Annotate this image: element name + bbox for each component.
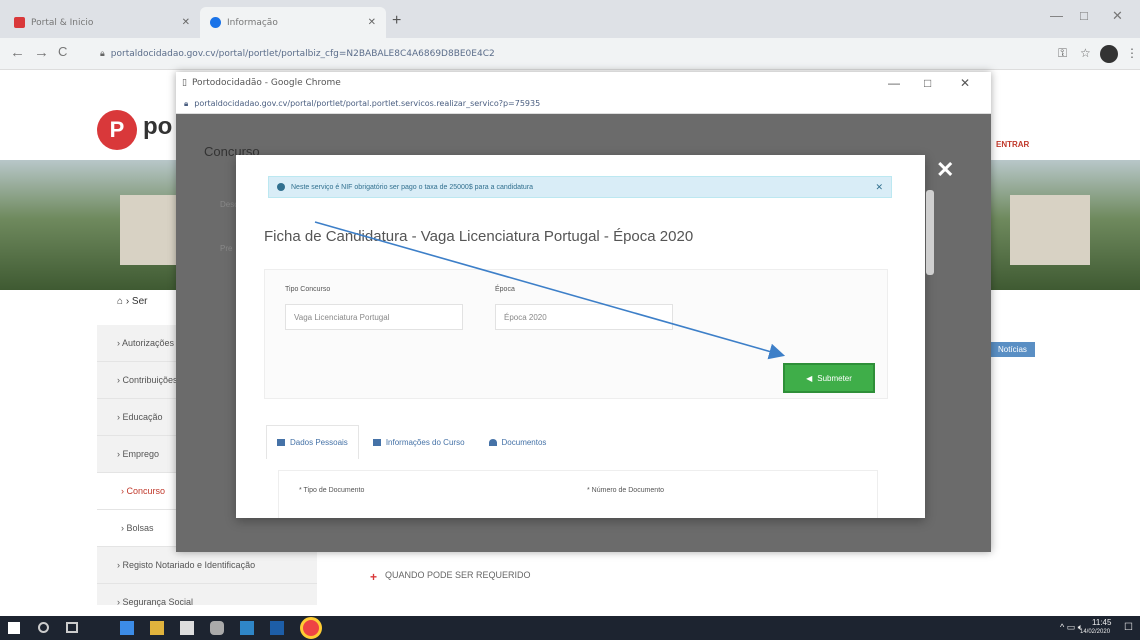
windows-start-icon[interactable] bbox=[8, 622, 20, 634]
task-view-icon[interactable] bbox=[66, 622, 78, 633]
annotation-arrow bbox=[314, 221, 786, 360]
chrome-icon[interactable] bbox=[300, 617, 322, 639]
word-icon[interactable] bbox=[270, 621, 284, 635]
store-icon[interactable] bbox=[180, 621, 194, 635]
clock-time[interactable]: 11:45 bbox=[1092, 618, 1111, 627]
app-icon[interactable] bbox=[210, 621, 224, 635]
search-icon[interactable] bbox=[38, 622, 49, 633]
file-explorer-icon[interactable] bbox=[150, 621, 164, 635]
mail-icon[interactable] bbox=[240, 621, 254, 635]
notification-icon[interactable]: ☐ bbox=[1124, 622, 1133, 633]
edge-icon[interactable] bbox=[120, 621, 134, 635]
clock-date[interactable]: 14/02/2020 bbox=[1080, 629, 1110, 635]
windows-taskbar: ^ ▭ 🔈︎ 11:45 14/02/2020 ☐ bbox=[0, 616, 1140, 640]
